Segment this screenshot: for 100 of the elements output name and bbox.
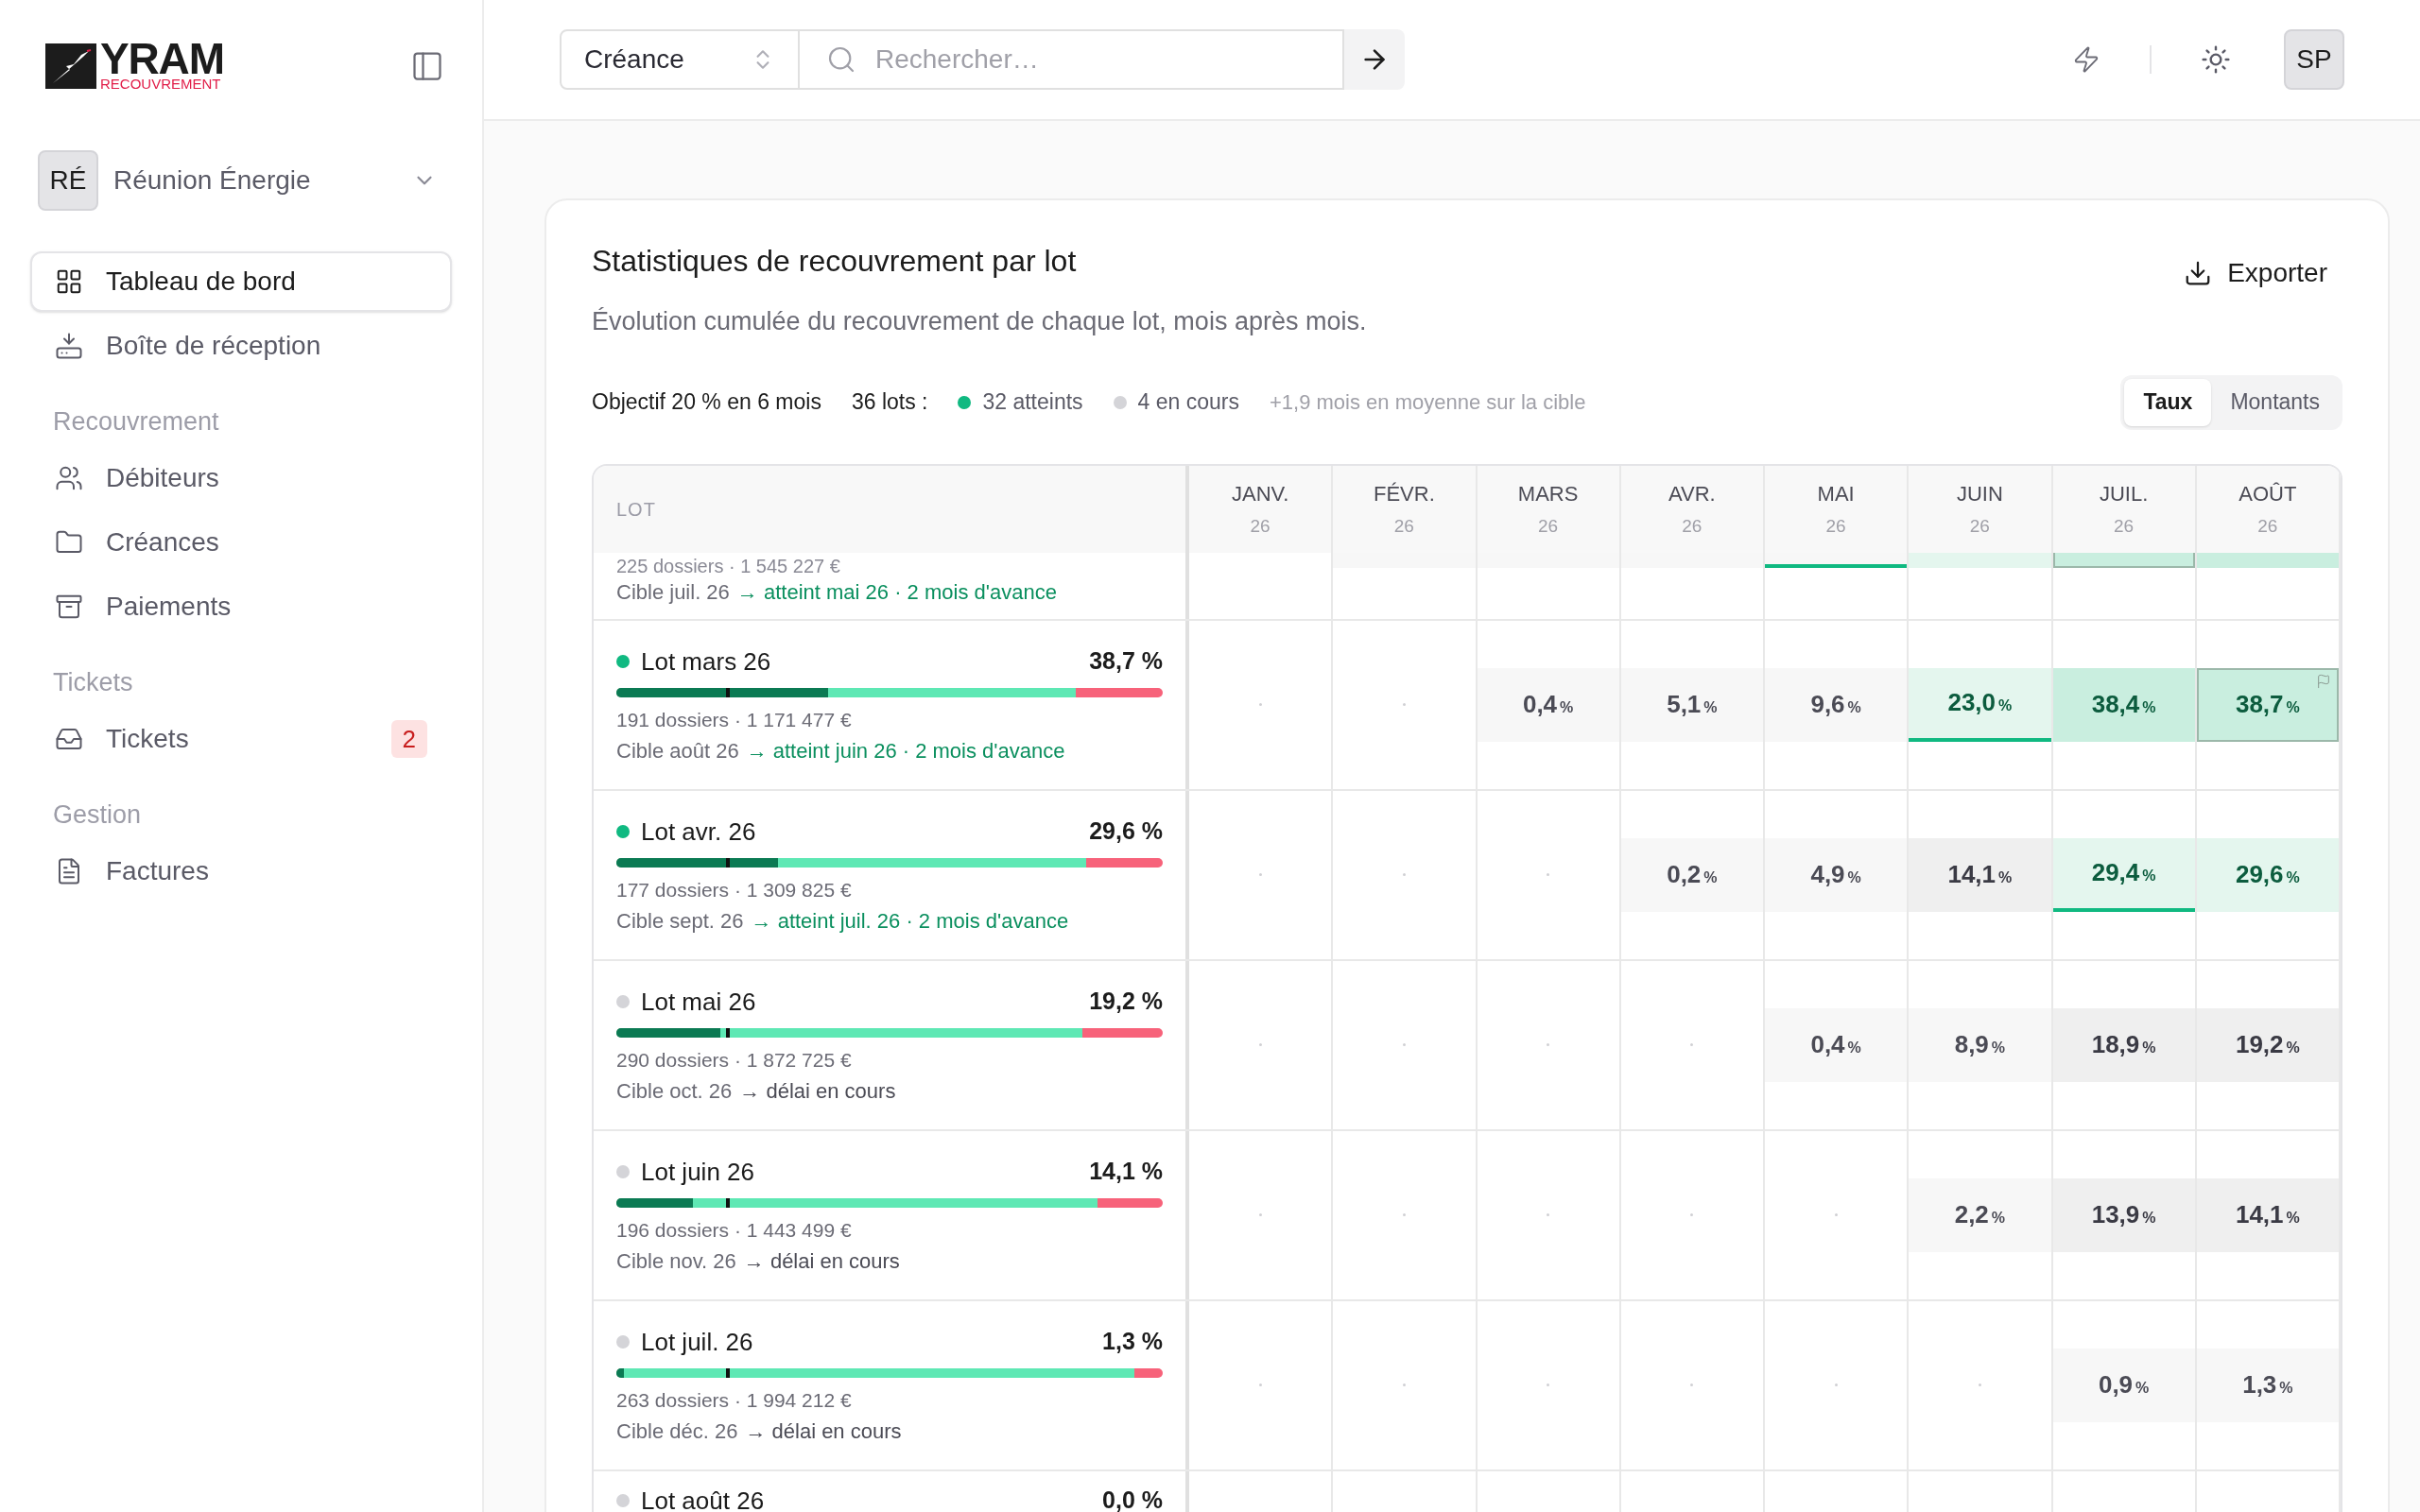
export-button[interactable]: Exporter [2169, 242, 2342, 304]
target-date: Cible août 26 [616, 737, 739, 765]
lot-rate: 29,6 % [1089, 816, 1163, 847]
legend-label: 4 en cours [1137, 388, 1239, 417]
lots-count: 36 lots : [851, 388, 928, 417]
section-label: Recouvrement [52, 405, 220, 438]
lot-rate: 19,2 % [1089, 987, 1163, 1017]
month-header: MARS [1517, 480, 1579, 507]
rate-value: 19,2% [2235, 1029, 2300, 1060]
lot-details: 225 dossiers · 1 545 227 € [616, 555, 841, 576]
search-field[interactable]: Rechercher… [800, 29, 1344, 90]
rate-value: 38,7% [2235, 689, 2300, 720]
empty-marker [1834, 1383, 1838, 1386]
lot-rate: 1,3 % [1102, 1327, 1163, 1357]
lot-name: Lot mars 26 [641, 645, 772, 678]
target-date: Cible juil. 26 [616, 578, 730, 606]
lot-name: Lot avr. 26 [641, 816, 757, 848]
lightning-icon[interactable] [2072, 45, 2100, 74]
card-title: Statistiques de recouvrement par lot [592, 243, 1078, 280]
target-date: Cible déc. 26 [616, 1418, 738, 1445]
year-label: 26 [1393, 514, 1414, 538]
empty-marker [1402, 873, 1406, 876]
empty-marker [1258, 1383, 1262, 1386]
archive-icon [55, 593, 83, 621]
count-badge: 2 [390, 720, 427, 758]
rate-value: 29,4% [2091, 857, 2156, 888]
rate-value: 38,4% [2091, 689, 2156, 720]
logo-tagline: RECOUVREMENT [100, 77, 222, 92]
organization-switcher[interactable]: RÉ Réunion Énergie [30, 147, 452, 214]
empty-marker [1402, 1213, 1406, 1216]
outcome-text: → atteint juil. 26 · 2 mois d'avance [751, 907, 1069, 935]
month-header: MAI [1817, 480, 1855, 507]
target-date: Cible nov. 26 [616, 1247, 736, 1275]
target-date: Cible oct. 26 [616, 1077, 733, 1105]
rate-value: 4,9% [1810, 859, 1861, 890]
month-header: JUIL. [2099, 480, 2149, 507]
column-header: LOT [616, 497, 656, 522]
rate-value: 0,2% [1667, 859, 1718, 890]
outcome-text: → délai en cours [745, 1418, 902, 1445]
sidebar-item[interactable]: Factures [30, 841, 452, 902]
flag-icon [2316, 673, 2331, 689]
sidebar-item[interactable]: Débiteurs [30, 448, 452, 508]
outcome-text: → délai en cours [739, 1077, 896, 1105]
rate-value: 18,9% [2091, 1029, 2156, 1060]
year-label: 26 [2114, 514, 2135, 538]
logo-icon [45, 43, 96, 89]
lot-rate: 0,0 % [1102, 1486, 1163, 1512]
sidebar-item[interactable]: Boîte de réception [30, 316, 452, 376]
lot-rate: 38,7 % [1089, 646, 1163, 677]
rate-value: 13,9% [2091, 1199, 2156, 1230]
objective-text: Objectif 20 % en 6 mois [592, 388, 821, 417]
search-icon [826, 44, 856, 75]
rate-value: 9,6% [1810, 689, 1861, 720]
rate-value: 2,2% [1954, 1199, 2006, 1230]
sidebar-item[interactable]: Tickets 2 [30, 709, 452, 769]
month-header: JUIN [1956, 480, 2003, 507]
rate-value: 1,3% [2242, 1369, 2293, 1400]
empty-marker [1834, 1213, 1838, 1216]
empty-marker [1690, 1043, 1694, 1046]
lot-rate: 14,1 % [1089, 1157, 1163, 1187]
inbox-icon [55, 332, 83, 360]
empty-marker [1690, 1213, 1694, 1216]
lot-details: 191 dossiers · 1 171 477 € [616, 707, 853, 732]
average-text: +1,9 mois en moyenne sur la cible [1270, 389, 1586, 416]
lot-name: Lot juin 26 [641, 1156, 755, 1188]
sidebar-toggle-icon[interactable] [410, 49, 444, 83]
rate-value: 14,1% [2235, 1199, 2300, 1230]
sidebar-item[interactable]: Tableau de bord [30, 251, 452, 312]
scope-select[interactable]: Créance [560, 29, 800, 90]
sidebar-item[interactable]: Paiements [30, 576, 452, 637]
users-icon [55, 464, 83, 492]
lot-name: Lot mai 26 [641, 986, 757, 1018]
empty-marker [1258, 1213, 1262, 1216]
empty-marker [1547, 1043, 1550, 1046]
rate-value: 29,6% [2235, 859, 2300, 890]
year-label: 26 [2257, 514, 2278, 538]
year-label: 26 [1682, 514, 1703, 538]
empty-marker [1402, 1043, 1406, 1046]
theme-toggle-icon[interactable] [2201, 44, 2231, 75]
grid-icon [55, 267, 83, 296]
legend-label: 32 atteints [982, 388, 1083, 417]
view-tab[interactable]: Montants [2211, 378, 2339, 426]
rate-value: 23,0% [1947, 687, 2013, 718]
sidebar-item[interactable]: Créances [30, 512, 452, 573]
empty-marker [1258, 1043, 1262, 1046]
section-label: Tickets [52, 666, 134, 698]
outcome-text: → atteint mai 26 · 2 mois d'avance [736, 578, 1057, 606]
organization-name: Réunion Énergie [113, 164, 312, 197]
empty-marker [1402, 703, 1406, 706]
empty-marker [1258, 703, 1262, 706]
rate-value: 5,1% [1667, 689, 1718, 720]
submit-search-button[interactable] [1344, 29, 1405, 90]
empty-marker [1690, 1383, 1694, 1386]
section-label: Gestion [52, 799, 143, 831]
year-label: 26 [1538, 514, 1559, 538]
view-tab[interactable]: Taux [2124, 378, 2212, 426]
empty-marker [1547, 1383, 1550, 1386]
lot-details: 177 dossiers · 1 309 825 € [616, 877, 853, 902]
user-avatar[interactable]: SP [2284, 29, 2344, 90]
rate-value: 14,1% [1947, 859, 2013, 890]
